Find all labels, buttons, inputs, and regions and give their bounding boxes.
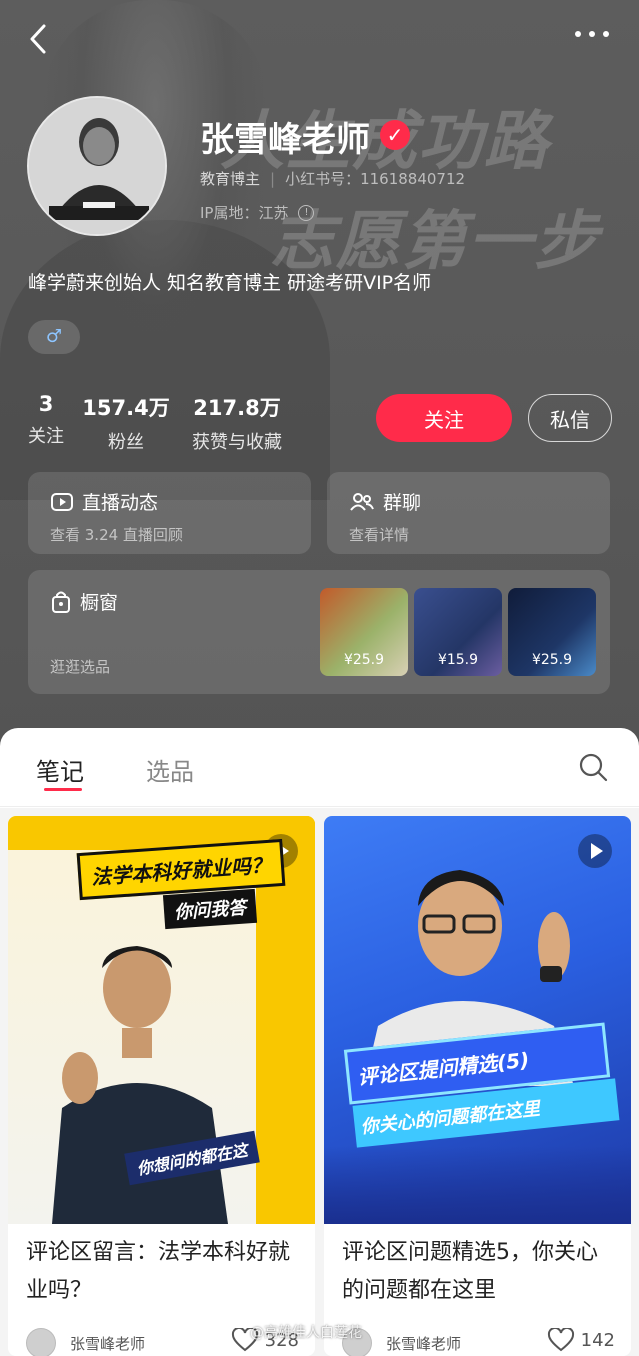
meta-divider: | xyxy=(270,169,276,188)
group-chat-card[interactable]: 群聊 查看详情 xyxy=(327,472,610,554)
verified-badge-icon: ✓ xyxy=(380,120,410,150)
follow-button[interactable]: 关注 xyxy=(376,394,512,442)
author-avatar xyxy=(26,1328,56,1356)
author-name: 张雪峰老师 xyxy=(70,1334,146,1353)
note-cover[interactable]: 评论区提问精选(5) 你关心的问题都在这里 xyxy=(324,816,631,1224)
message-button[interactable]: 私信 xyxy=(528,394,612,442)
shop-window-card[interactable]: 橱窗 逛逛选品 ¥25.9 ¥15.9 ¥25.9 xyxy=(28,570,610,694)
profile-bio: 峰学蔚来创始人 知名教育博主 研途考研VIP名师 xyxy=(28,272,432,294)
author-name: 张雪峰老师 xyxy=(386,1334,462,1353)
avatar[interactable] xyxy=(27,96,167,236)
note-likes[interactable]: 142 xyxy=(547,1328,615,1352)
shopping-bag-icon xyxy=(52,591,70,613)
back-arrow-icon[interactable] xyxy=(24,22,54,56)
cover-subheading: 你问我答 xyxy=(162,888,258,930)
heart-icon xyxy=(547,1328,574,1352)
shop-item-price: ¥25.9 xyxy=(531,652,573,668)
group-people-icon xyxy=(350,492,374,511)
stat-value: 217.8万 xyxy=(193,396,281,420)
live-card-title: 直播动态 xyxy=(50,488,158,515)
note-title[interactable]: 评论区留言：法学本科好就业吗？ xyxy=(26,1234,301,1310)
stat-value: 3 xyxy=(38,392,54,416)
live-video-icon xyxy=(51,492,73,511)
group-subtitle: 查看详情 xyxy=(349,526,410,544)
ip-location: IP属地：江苏 ! xyxy=(200,202,315,223)
note-card[interactable]: 评论区提问精选(5) 你关心的问题都在这里 评论区问题精选5，你关心的问题都在这… xyxy=(324,816,631,1356)
likes-count: 142 xyxy=(580,1329,615,1351)
stat-followers[interactable]: 157.4万 粉丝 xyxy=(82,392,170,454)
shop-title-text: 橱窗 xyxy=(80,592,119,614)
stat-label: 获赞与收藏 xyxy=(192,432,282,453)
cover-bottom-gradient xyxy=(324,1146,631,1224)
note-title[interactable]: 评论区问题精选5，你关心的问题都在这里 xyxy=(342,1234,617,1310)
note-author[interactable]: 张雪峰老师 xyxy=(26,1328,145,1356)
stat-label: 粉丝 xyxy=(108,432,144,453)
live-card[interactable]: 直播动态 查看 3.24 直播回顾 xyxy=(28,472,311,554)
more-options-icon[interactable] xyxy=(572,28,612,40)
shop-subtitle: 逛逛选品 xyxy=(50,658,111,676)
stat-following[interactable]: 3 关注 xyxy=(26,392,66,448)
profile-role: 教育博主 xyxy=(200,170,261,188)
tab-notes[interactable]: 笔记 xyxy=(36,752,84,787)
live-title-text: 直播动态 xyxy=(82,492,159,514)
profile-id: 小红书号：11618840712 xyxy=(285,170,466,188)
avatar-portrait-icon xyxy=(29,98,165,234)
note-cover[interactable]: 法学本科好就业吗？ 你问我答 你想问的都在这 xyxy=(8,816,315,1224)
shop-item-thumbnail[interactable]: ¥25.9 xyxy=(508,588,596,676)
profile-header: 人生成功路 志愿第一步 张雪峰老师 ✓ 教育博主 | 小红书号：11618840… xyxy=(0,0,639,760)
active-tab-indicator xyxy=(44,788,82,791)
profile-meta: 教育博主 | 小红书号：11618840712 xyxy=(200,168,465,189)
tabs-divider xyxy=(0,806,639,807)
stat-likes-collects[interactable]: 217.8万 获赞与收藏 xyxy=(184,392,290,454)
gender-male-icon: ♂ xyxy=(28,320,80,354)
shop-item-price: ¥25.9 xyxy=(343,652,385,668)
shop-card-title: 橱窗 xyxy=(50,588,118,615)
tab-products[interactable]: 选品 xyxy=(146,752,194,787)
info-icon[interactable]: ! xyxy=(298,204,315,221)
search-icon[interactable] xyxy=(578,752,608,782)
stat-value: 157.4万 xyxy=(82,396,170,420)
live-subtitle: 查看 3.24 直播回顾 xyxy=(50,526,183,544)
shop-item-thumbnail[interactable]: ¥15.9 xyxy=(414,588,502,676)
note-card[interactable]: 法学本科好就业吗？ 你问我答 你想问的都在这 评论区留言：法学本科好就业吗？ 张… xyxy=(8,816,315,1356)
shop-item-price: ¥15.9 xyxy=(437,652,479,668)
group-title-text: 群聊 xyxy=(383,492,422,514)
ip-label: IP属地：江苏 xyxy=(200,204,289,222)
group-card-title: 群聊 xyxy=(349,488,421,515)
profile-name: 张雪峰老师 xyxy=(200,120,370,160)
watermark: @高雄佳人白莲花 xyxy=(250,1325,362,1341)
stat-label: 关注 xyxy=(28,426,64,447)
shop-item-thumbnail[interactable]: ¥25.9 xyxy=(320,588,408,676)
